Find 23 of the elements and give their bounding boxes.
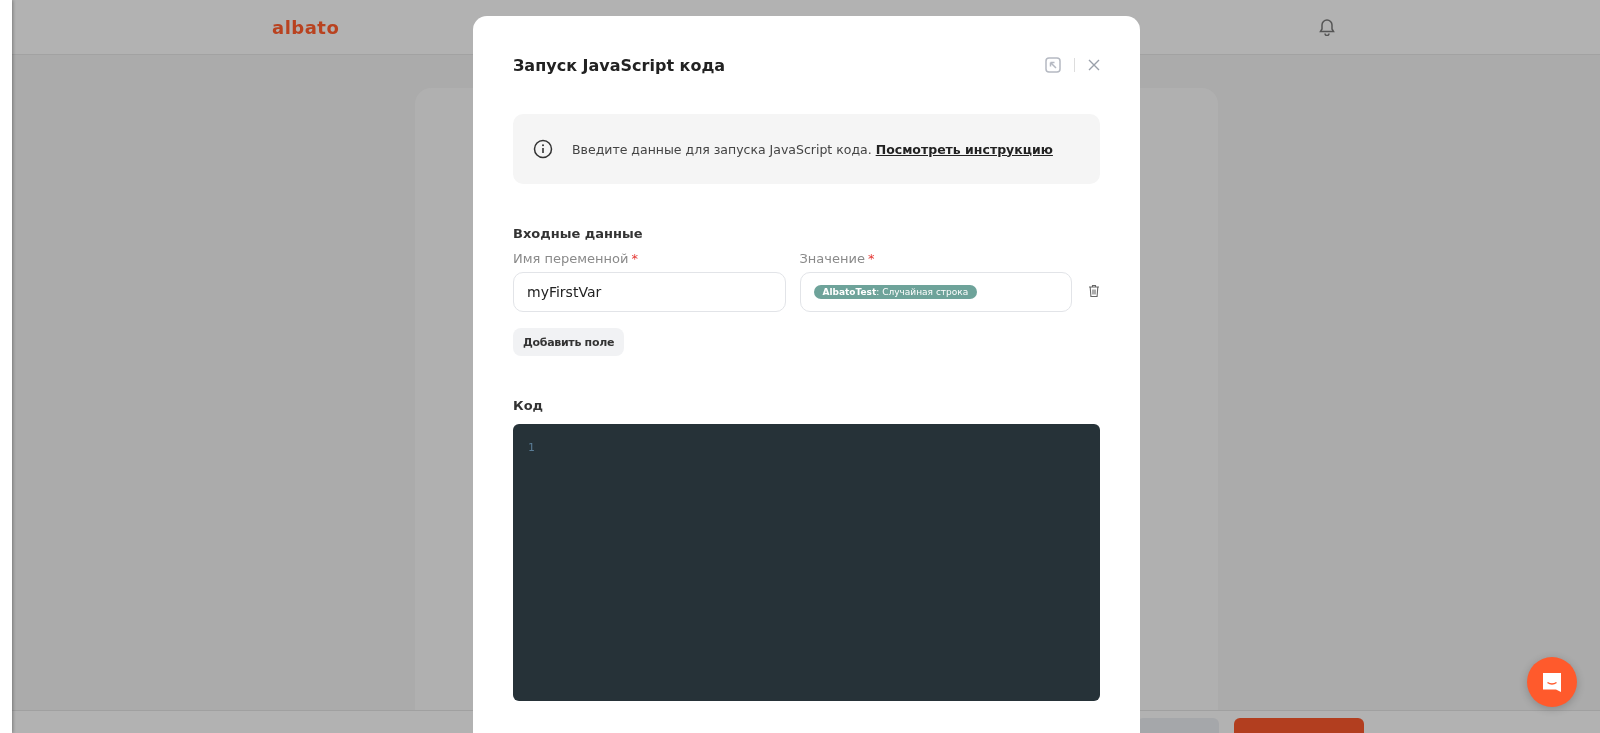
dialog-title: Запуск JavaScript кода bbox=[513, 55, 726, 75]
bell-icon[interactable] bbox=[1319, 18, 1335, 36]
secondary-button[interactable] bbox=[1137, 718, 1219, 733]
input-field[interactable]: myFirstVar bbox=[513, 272, 786, 312]
instruction-link[interactable]: Посмотреть инструкцию bbox=[875, 141, 1053, 157]
section-title: Код bbox=[513, 398, 545, 413]
trash-icon[interactable] bbox=[1088, 284, 1100, 298]
chat-icon bbox=[1540, 670, 1564, 694]
required-mark: * bbox=[631, 251, 638, 266]
info-text: Введите данные для запуска JavaScript кода. Посмотреть инструкцию bbox=[572, 141, 1053, 157]
field-label: Значение bbox=[799, 251, 865, 266]
collapse-icon[interactable] bbox=[1045, 57, 1061, 73]
info-icon bbox=[533, 139, 553, 159]
required-mark: * bbox=[867, 251, 875, 266]
close-icon[interactable] bbox=[1088, 59, 1100, 71]
variable-tag[interactable]: AlbatoTest: Случайная строка bbox=[813, 285, 978, 299]
logo[interactable]: albato bbox=[272, 16, 340, 38]
field-label: Имя переменной bbox=[513, 251, 629, 266]
input-field[interactable]: AlbatoTest: Случайная строка bbox=[799, 272, 1072, 312]
add-field-button[interactable]: Добавить поле bbox=[513, 328, 625, 356]
section-title: Входные данные bbox=[513, 226, 644, 241]
code-editor[interactable]: 1 bbox=[513, 424, 1100, 701]
line-number: 1 bbox=[528, 441, 536, 454]
